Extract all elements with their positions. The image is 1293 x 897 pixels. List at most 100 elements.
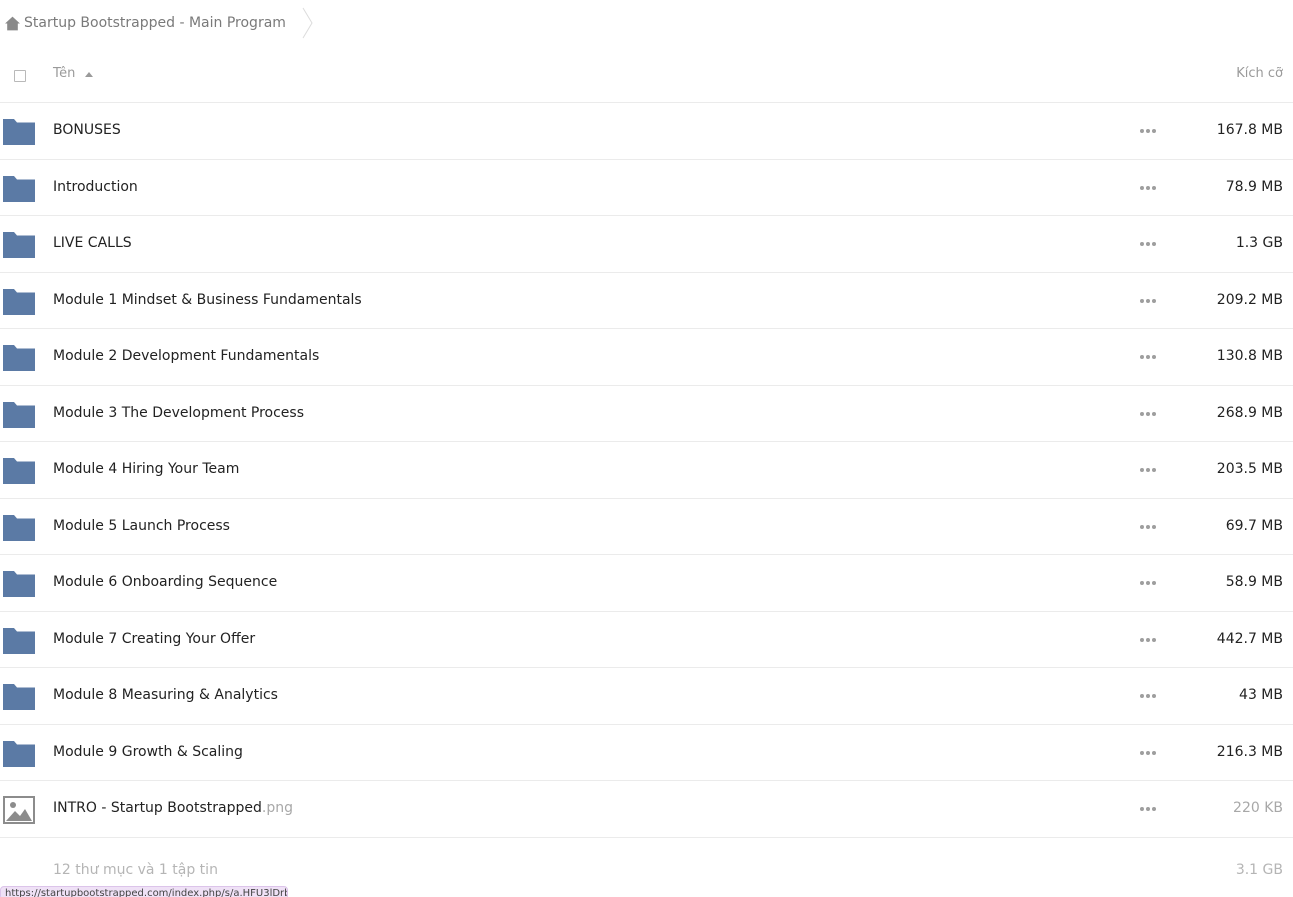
more-dots-icon [1140,355,1156,359]
folder-icon [3,288,35,315]
more-dots-icon [1140,242,1156,246]
folder-row[interactable]: Introduction 78.9 MB [0,160,1293,216]
item-name[interactable]: Introduction [53,179,138,195]
summary-row: 12 thư mục và 1 tập tin 3.1 GB [0,858,1293,886]
summary-total-size: 3.1 GB [1235,862,1283,878]
folder-row[interactable]: BONUSES 167.8 MB [0,103,1293,160]
item-size: 268.9 MB [1216,404,1283,421]
breadcrumb-home[interactable]: Startup Bootstrapped - Main Program [0,0,302,46]
folder-row[interactable]: Module 1 Mindset & Business Fundamentals… [0,273,1293,329]
item-name[interactable]: Module 5 Launch Process [53,518,230,534]
more-actions-button[interactable] [1138,575,1158,591]
item-size: 216.3 MB [1216,743,1283,760]
more-actions-button[interactable] [1138,180,1158,196]
folder-row[interactable]: Module 7 Creating Your Offer 442.7 MB [0,612,1293,668]
sort-ascending-icon [85,71,94,77]
item-name[interactable]: Module 7 Creating Your Offer [53,631,255,647]
item-name-base: Module 9 Growth & Scaling [53,743,243,760]
select-all-checkbox[interactable] [14,70,26,82]
column-header-size[interactable]: Kích cỡ [1236,66,1283,81]
item-name-base: Module 4 Hiring Your Team [53,461,240,477]
item-name[interactable]: Module 2 Development Fundamentals [53,348,319,364]
more-actions-button[interactable] [1138,632,1158,648]
more-actions-button[interactable] [1138,688,1158,704]
more-dots-icon [1140,298,1156,303]
item-size: 209.2 MB [1216,291,1283,308]
breadcrumb: Startup Bootstrapped - Main Program [0,0,1293,46]
item-name[interactable]: LIVE CALLS [53,235,132,251]
folder-icon [3,627,35,654]
item-name-base: Module 8 Measuring & Analytics [53,687,278,703]
item-size: 69.7 MB [1225,517,1283,534]
folder-icon [3,458,35,484]
more-actions-button[interactable] [1138,123,1158,139]
more-actions-button[interactable] [1138,236,1158,252]
item-name-base: Module 3 The Development Process [53,404,305,421]
item-size: 203.5 MB [1216,461,1283,477]
more-dots-icon [1140,807,1156,811]
folder-icon [3,401,35,428]
item-name[interactable]: INTRO - Startup Bootstrapped.png [53,800,293,816]
folder-row[interactable]: Module 9 Growth & Scaling 216.3 MB [0,725,1293,781]
more-actions-button[interactable] [1138,462,1158,478]
more-dots-icon [1140,411,1156,416]
item-name-base: Module 5 Launch Process [53,517,230,534]
file-row[interactable]: INTRO - Startup Bootstrapped.png 220 KB [0,781,1293,838]
more-actions-button[interactable] [1138,406,1158,422]
folder-row[interactable]: Module 2 Development Fundamentals 130.8 M… [0,329,1293,386]
home-icon [5,16,20,30]
folder-icon [3,740,35,767]
item-name[interactable]: Module 9 Growth & Scaling [53,744,243,760]
item-name-base: Module 6 Onboarding Sequence [53,574,278,590]
item-name[interactable]: BONUSES [53,122,121,138]
folder-row[interactable]: Module 3 The Development Process 268.9 MB [0,386,1293,442]
image-file-icon [3,796,35,824]
folder-row[interactable]: Module 4 Hiring Your Team 203.5 MB [0,442,1293,499]
more-actions-button[interactable] [1138,801,1158,817]
status-bar-url: https://startupbootstrapped.com/index.ph… [0,886,288,897]
item-name[interactable]: Module 8 Measuring & Analytics [53,687,278,703]
folder-icon [3,119,35,145]
folder-row[interactable]: Module 6 Onboarding Sequence 58.9 MB [0,555,1293,612]
item-name-base: Module 7 Creating Your Offer [53,630,256,647]
folder-icon [3,514,35,541]
item-name[interactable]: Module 1 Mindset & Business Fundamentals [53,292,362,308]
item-size: 130.8 MB [1216,348,1283,364]
item-name[interactable]: Module 4 Hiring Your Team [53,461,239,477]
more-dots-icon [1140,129,1156,133]
more-dots-icon [1140,185,1156,190]
item-size: 58.9 MB [1225,574,1283,590]
folder-icon [3,232,35,258]
column-header-name[interactable]: Tên [53,66,94,81]
item-size: 43 MB [1239,687,1283,703]
item-size: 442.7 MB [1216,630,1283,647]
more-dots-icon [1140,637,1156,642]
item-size: 220 KB [1233,800,1283,816]
item-name-base: LIVE CALLS [53,235,132,251]
folder-row[interactable]: Module 8 Measuring & Analytics 43 MB [0,668,1293,725]
more-dots-icon [1140,694,1156,698]
more-actions-button[interactable] [1138,745,1158,761]
summary-count: 12 thư mục và 1 tập tin [53,862,218,878]
item-name[interactable]: Module 3 The Development Process [53,405,304,421]
column-header-name-label: Tên [53,66,76,81]
folder-row[interactable]: LIVE CALLS 1.3 GB [0,216,1293,273]
more-actions-button[interactable] [1138,519,1158,535]
more-dots-icon [1140,750,1156,755]
item-name-base: BONUSES [53,122,121,138]
folder-icon [3,571,35,597]
folder-icon [3,684,35,710]
item-name-base: Module 2 Development Fundamentals [53,348,320,364]
folder-icon [3,175,35,202]
folder-row[interactable]: Module 5 Launch Process 69.7 MB [0,499,1293,555]
more-actions-button[interactable] [1138,293,1158,309]
file-browser: Startup Bootstrapped - Main Program Tên … [0,0,1293,897]
item-size: 1.3 GB [1235,235,1283,251]
more-actions-button[interactable] [1138,349,1158,365]
more-dots-icon [1140,468,1156,472]
folder-icon [3,345,35,371]
item-size: 78.9 MB [1225,178,1283,195]
breadcrumb-label[interactable]: Startup Bootstrapped - Main Program [24,15,286,31]
list-header: Tên Kích cỡ [0,46,1293,103]
item-name[interactable]: Module 6 Onboarding Sequence [53,574,277,590]
